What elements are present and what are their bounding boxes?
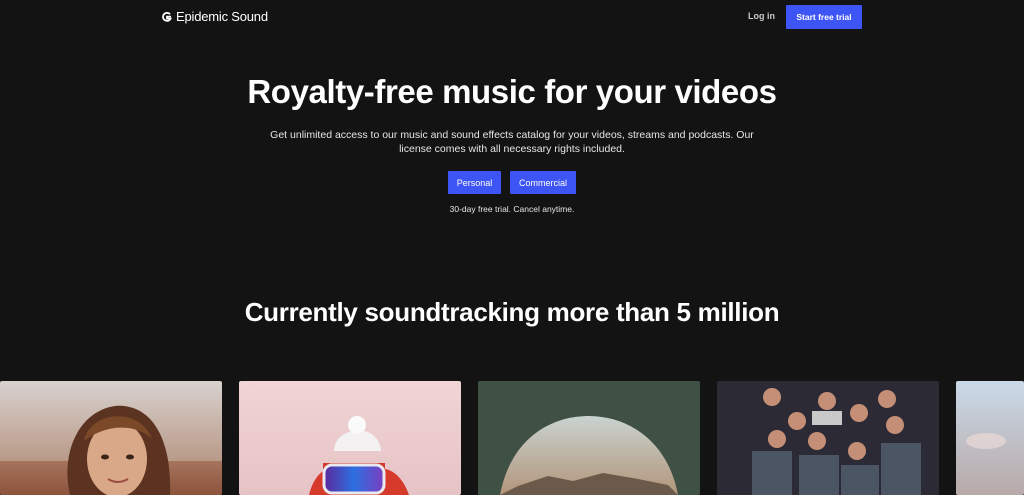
personal-button[interactable]: Personal	[448, 171, 501, 194]
sky-image	[956, 381, 1024, 495]
login-link[interactable]: Log in	[748, 11, 775, 21]
showcase-card-skier[interactable]	[239, 381, 461, 495]
showcase-card-woman[interactable]	[0, 381, 222, 495]
tent-view-image	[478, 381, 700, 495]
trial-note: 30-day free trial. Cancel anytime.	[449, 204, 575, 214]
hero-title: Royalty-free music for your videos	[247, 73, 777, 110]
showcase-card-band[interactable]	[717, 381, 939, 495]
top-nav: Epidemic Sound Log in Start free trial	[0, 0, 1024, 34]
showcase-card-tent[interactable]	[478, 381, 700, 495]
brand-name: Epidemic Sound	[176, 9, 268, 24]
hero-subtitle: Get unlimited access to our music and so…	[270, 129, 754, 155]
epidemic-logo-icon	[162, 11, 172, 22]
start-free-trial-button[interactable]: Start free trial	[786, 5, 862, 29]
showcase-card-sky[interactable]	[956, 381, 1024, 495]
showcase-title: Currently soundtracking more than 5 mill…	[244, 297, 780, 327]
commercial-button[interactable]: Commercial	[510, 171, 576, 194]
brand-logo[interactable]: Epidemic Sound	[162, 9, 268, 24]
woman-portrait-image	[0, 381, 222, 495]
hero-cta-row: Personal Commercial	[448, 171, 576, 194]
skier-image	[239, 381, 461, 495]
group-photo-image	[717, 381, 939, 495]
